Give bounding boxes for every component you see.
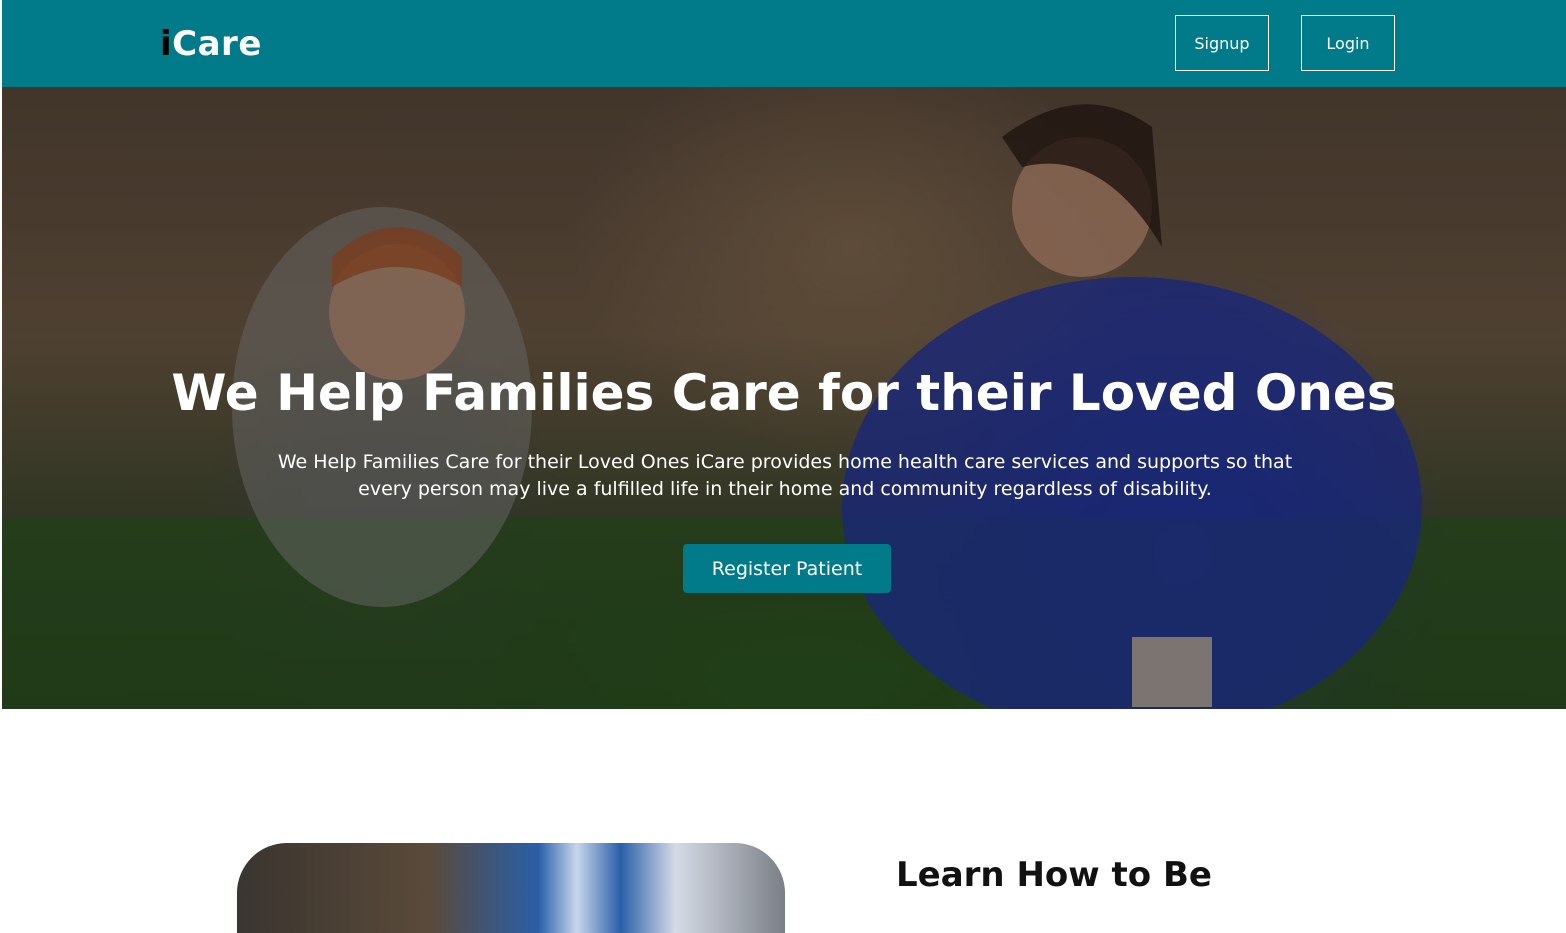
brand-logo-i: i — [160, 24, 173, 64]
hero-content: We Help Families Care for their Loved On… — [2, 87, 1566, 709]
signup-button[interactable]: Signup — [1175, 15, 1269, 71]
register-patient-button[interactable]: Register Patient — [683, 544, 891, 593]
brand-logo-text: Care — [172, 24, 262, 64]
hero-section: We Help Families Care for their Loved On… — [2, 87, 1566, 709]
hero-title: We Help Families Care for their Loved On… — [171, 364, 1397, 422]
top-navbar: iCare Signup Login — [2, 0, 1566, 87]
section-heading: Learn How to Be — [896, 855, 1212, 895]
hero-subtitle: We Help Families Care for their Loved On… — [277, 451, 1293, 500]
login-button[interactable]: Login — [1301, 15, 1395, 71]
brand-logo[interactable]: iCare — [160, 22, 262, 66]
feature-image — [237, 843, 785, 933]
